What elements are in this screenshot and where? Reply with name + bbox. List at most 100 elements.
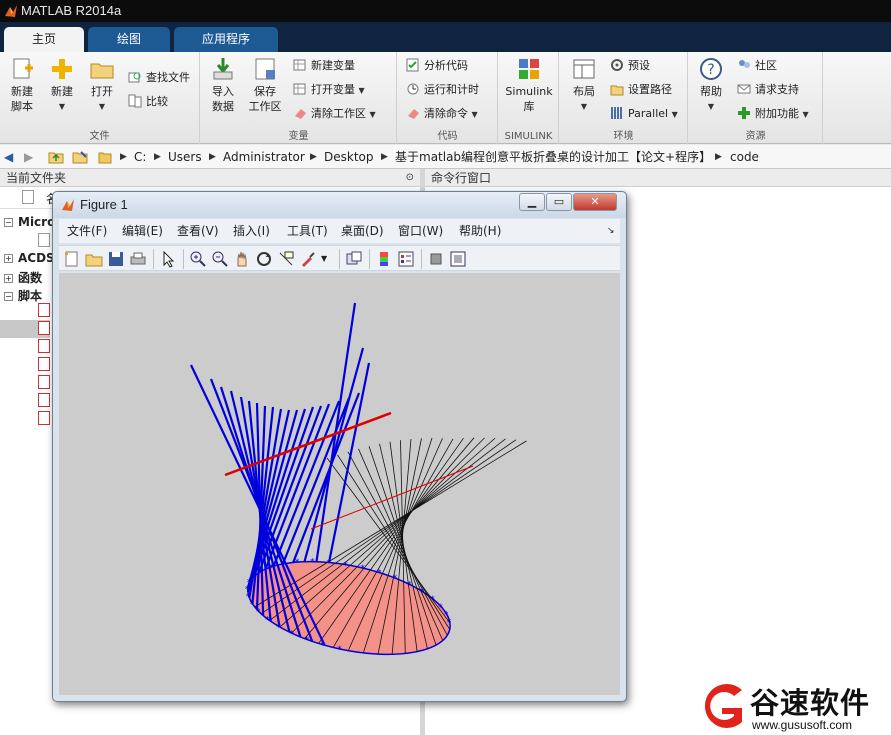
breadcrumb-c[interactable]: C: — [134, 145, 146, 169]
find-files-button[interactable]: 查找文件 — [128, 68, 190, 88]
analyze-code-button[interactable]: 分析代码 — [406, 56, 468, 76]
menu-desktop[interactable]: 桌面(D) — [341, 219, 384, 243]
dock-arrow-icon[interactable]: ↘ — [607, 219, 615, 243]
menu-view[interactable]: 查看(V) — [177, 219, 219, 243]
menu-help[interactable]: 帮助(H) — [459, 219, 501, 243]
preferences-button[interactable]: 预设 — [610, 56, 650, 76]
clear-workspace-button[interactable]: 清除工作区 ▼ — [293, 104, 376, 124]
menu-file[interactable]: 文件(F) — [67, 219, 107, 243]
code-group-name: 代码 — [437, 131, 458, 142]
tree-label-micro: Micro — [18, 215, 56, 229]
menu-tools[interactable]: 工具(T) — [287, 219, 328, 243]
toolbar-separator — [421, 249, 422, 269]
rotate-3d-icon[interactable] — [255, 250, 273, 268]
tree-node-micro[interactable]: − Micro — [4, 215, 55, 229]
pan-hand-icon[interactable] — [233, 250, 251, 268]
open-button[interactable]: 打开 ▼ — [82, 56, 122, 114]
tab-home[interactable]: 主页 — [4, 27, 84, 52]
set-path-button[interactable]: 设置路径 — [610, 80, 672, 100]
breadcrumb-separator-icon: ▶ — [154, 152, 161, 162]
help-button[interactable]: ? 帮助 ▼ — [691, 56, 731, 114]
expand-icon[interactable]: + — [4, 254, 13, 263]
blue-marker-star: * — [276, 623, 281, 633]
run-and-time-button[interactable]: 运行和计时 — [406, 80, 479, 100]
forward-arrow-icon[interactable]: ▶ — [24, 145, 33, 169]
open-variable-button[interactable]: 打开变量 ▼ — [293, 80, 365, 100]
print-icon[interactable] — [129, 250, 147, 268]
minimize-button[interactable]: ▁ — [519, 193, 545, 211]
new-variable-button[interactable]: 新建变量 — [293, 56, 355, 76]
variable-group-name: 变量 — [288, 131, 309, 142]
collapse-icon[interactable]: − — [4, 218, 13, 227]
new-label: 新建 — [51, 85, 73, 98]
hide-plot-tools-icon[interactable] — [427, 250, 445, 268]
m-file-icon[interactable] — [38, 393, 50, 407]
menu-window[interactable]: 窗口(W) — [398, 219, 443, 243]
layout-button[interactable]: 布局 ▼ — [564, 56, 604, 114]
community-button[interactable]: 社区 — [737, 56, 777, 76]
m-file-icon[interactable] — [38, 357, 50, 371]
save-workspace-button[interactable]: 保存 工作区 — [245, 56, 285, 114]
resources-group-name: 资源 — [745, 131, 766, 142]
new-button[interactable]: 新建 ▼ — [42, 56, 82, 114]
legend-icon[interactable] — [397, 250, 415, 268]
tab-plots[interactable]: 绘图 — [88, 27, 170, 52]
close-button[interactable]: ✕ — [573, 193, 617, 211]
breadcrumb-desktop[interactable]: Desktop — [324, 145, 374, 169]
select-arrow-icon[interactable] — [159, 250, 177, 268]
m-file-icon[interactable] — [38, 321, 50, 335]
tree-node-acds[interactable]: + ACDS — [4, 251, 55, 265]
data-cursor-icon[interactable] — [277, 250, 295, 268]
m-file-icon[interactable] — [38, 303, 50, 317]
browse-folder-icon[interactable] — [72, 150, 88, 164]
import-data-button[interactable]: 导入 数据 — [203, 56, 243, 114]
zoom-in-icon[interactable] — [189, 250, 207, 268]
link-plot-icon[interactable] — [345, 250, 363, 268]
new-figure-icon[interactable] — [63, 250, 81, 268]
save-icon[interactable] — [107, 250, 125, 268]
new-script-button[interactable]: 新建 脚本 — [2, 56, 42, 114]
zoom-out-icon[interactable] — [211, 250, 229, 268]
import-icon — [213, 58, 233, 80]
tree-node-scripts[interactable]: − 脚本 — [4, 287, 42, 304]
tree-node-functions[interactable]: + 函数 — [4, 269, 42, 286]
clear-commands-button[interactable]: 清除命令 ▼ — [406, 104, 478, 124]
maximize-button[interactable]: ▭ — [546, 193, 572, 211]
figure-titlebar[interactable]: Figure 1 ▁ ▭ ✕ — [53, 192, 626, 218]
simulink-library-button[interactable]: Simulink 库 — [503, 56, 555, 114]
m-file-icon[interactable] — [38, 375, 50, 389]
breadcrumb-code[interactable]: code — [730, 145, 759, 169]
collapse-icon[interactable]: − — [4, 292, 13, 301]
colorbar-icon[interactable] — [375, 250, 393, 268]
new-variable-label: 新建变量 — [311, 59, 355, 72]
compare-button[interactable]: 比较 — [128, 92, 168, 112]
parallel-icon — [611, 107, 622, 119]
find-files-label: 查找文件 — [146, 71, 190, 84]
eraser-icon — [295, 109, 306, 119]
ribbon-tabbar: 主页 绘图 应用程序 — [0, 22, 891, 52]
community-label: 社区 — [755, 59, 777, 72]
up-folder-icon[interactable] — [48, 150, 64, 164]
menu-insert[interactable]: 插入(I) — [233, 219, 270, 243]
chevron-down-icon[interactable]: ▼ — [321, 250, 339, 268]
open-file-icon[interactable] — [85, 250, 103, 268]
request-support-button[interactable]: 请求支持 — [737, 80, 799, 100]
show-plot-tools-icon[interactable] — [449, 250, 467, 268]
parallel-button[interactable]: Parallel ▼ — [610, 104, 678, 124]
addons-button[interactable]: 附加功能 ▼ — [737, 104, 809, 124]
figure-canvas[interactable]: * * * * * * * * * * * * * * * * * * * * * * * * * * * * — [59, 273, 620, 695]
watermark: 谷速软件 www.gususoft.com — [694, 680, 891, 735]
back-arrow-icon[interactable]: ◀ — [4, 145, 13, 169]
expand-icon[interactable]: + — [4, 274, 13, 283]
m-file-icon[interactable] — [38, 339, 50, 353]
m-file-icon[interactable] — [38, 411, 50, 425]
tab-apps[interactable]: 应用程序 — [174, 27, 278, 52]
panel-menu-icon[interactable]: ⊙ — [406, 169, 414, 187]
breadcrumb-project[interactable]: 基于matlab编程创意平板折叠桌的设计加工【论文+程序】 — [395, 145, 711, 169]
breadcrumb-administrator[interactable]: Administrator — [223, 145, 305, 169]
menu-edit[interactable]: 编辑(E) — [122, 219, 163, 243]
blue-marker-star: * — [281, 560, 286, 570]
breadcrumb-users[interactable]: Users — [168, 145, 202, 169]
brush-icon[interactable] — [299, 250, 317, 268]
figure-title: Figure 1 — [80, 197, 128, 212]
